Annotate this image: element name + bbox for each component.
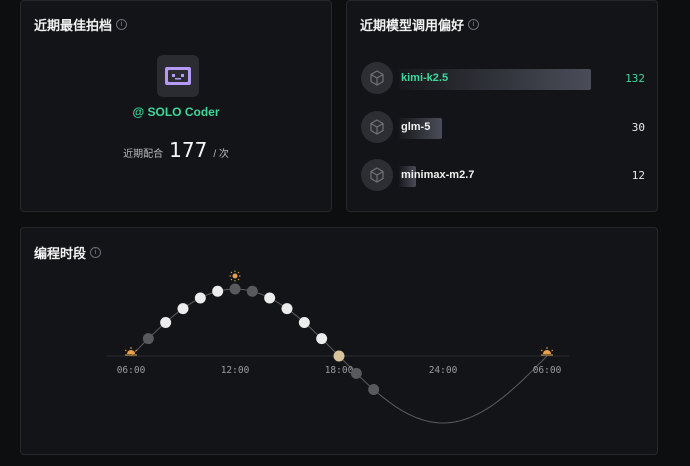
info-icon[interactable]: i (468, 19, 480, 30)
model-avatar (361, 159, 393, 191)
model-preference-card: 近期模型调用偏好 i kimi-k2.5 132 glm-5 30 minima… (346, 0, 658, 212)
partner-stats: 近期配合 177 / 次 (21, 138, 331, 162)
sun-icon (229, 270, 241, 282)
coding-hours-chart: 06:00 12:00 18:00 24:00 06:00 (107, 270, 569, 439)
partner-stat-label: 近期配合 (123, 149, 164, 160)
activity-dots (142, 283, 380, 395)
model-preference-title-row: 近期模型调用偏好 i (360, 15, 480, 34)
model-count: 132 (625, 72, 645, 85)
best-partner-title: 近期最佳拍档 (34, 18, 113, 33)
tick-label: 06:00 (533, 365, 562, 376)
activity-dot[interactable] (212, 285, 224, 297)
model-avatar (361, 62, 393, 94)
partner-stat-unit: / 次 (213, 149, 229, 160)
best-partner-card: 近期最佳拍档 i @ SOLO Coder 近期配合 177 / 次 (20, 0, 332, 212)
activity-dot[interactable] (281, 303, 293, 315)
cube-icon (370, 119, 384, 135)
activity-dot[interactable] (142, 333, 154, 345)
model-preference-title: 近期模型调用偏好 (360, 18, 465, 33)
robot-face-icon (165, 67, 191, 85)
partner-name[interactable]: @ SOLO Coder (21, 105, 331, 119)
model-name: minimax-m2.7 (401, 169, 475, 181)
coding-hours-card: 编程时段 i 06:00 12:00 18:00 24:00 06:00 (20, 227, 658, 455)
cube-icon (370, 70, 384, 86)
model-row[interactable]: kimi-k2.5 132 (361, 62, 645, 94)
time-axis: 06:00 12:00 18:00 24:00 06:00 (117, 365, 562, 376)
model-name: glm-5 (401, 121, 431, 133)
activity-dot[interactable] (246, 285, 258, 297)
activity-dot[interactable] (333, 350, 345, 362)
tick-label: 24:00 (429, 365, 458, 376)
activity-dot[interactable] (368, 384, 380, 395)
model-row[interactable]: glm-5 30 (361, 111, 645, 143)
model-name: kimi-k2.5 (401, 72, 449, 84)
model-count: 30 (631, 121, 645, 134)
activity-dot[interactable] (229, 283, 241, 295)
sunrise-icon (540, 347, 554, 356)
partner-avatar (157, 55, 199, 97)
model-count: 12 (631, 169, 645, 182)
partner-stat-value: 177 (169, 138, 208, 162)
activity-dot[interactable] (350, 367, 362, 379)
activity-dot[interactable] (160, 317, 172, 328)
best-partner-title-row: 近期最佳拍档 i (34, 15, 128, 34)
activity-dot[interactable] (194, 292, 206, 304)
activity-dot[interactable] (298, 317, 310, 328)
info-icon[interactable]: i (116, 19, 128, 30)
activity-dot[interactable] (177, 303, 189, 315)
activity-dot[interactable] (316, 333, 328, 345)
model-avatar (361, 111, 393, 143)
moon-icon (439, 432, 447, 439)
cube-icon (370, 167, 384, 183)
activity-dot[interactable] (264, 292, 276, 304)
tick-label: 18:00 (325, 365, 354, 376)
tick-label: 12:00 (221, 365, 250, 376)
model-row[interactable]: minimax-m2.7 12 (361, 159, 645, 191)
tick-label: 06:00 (117, 365, 146, 376)
